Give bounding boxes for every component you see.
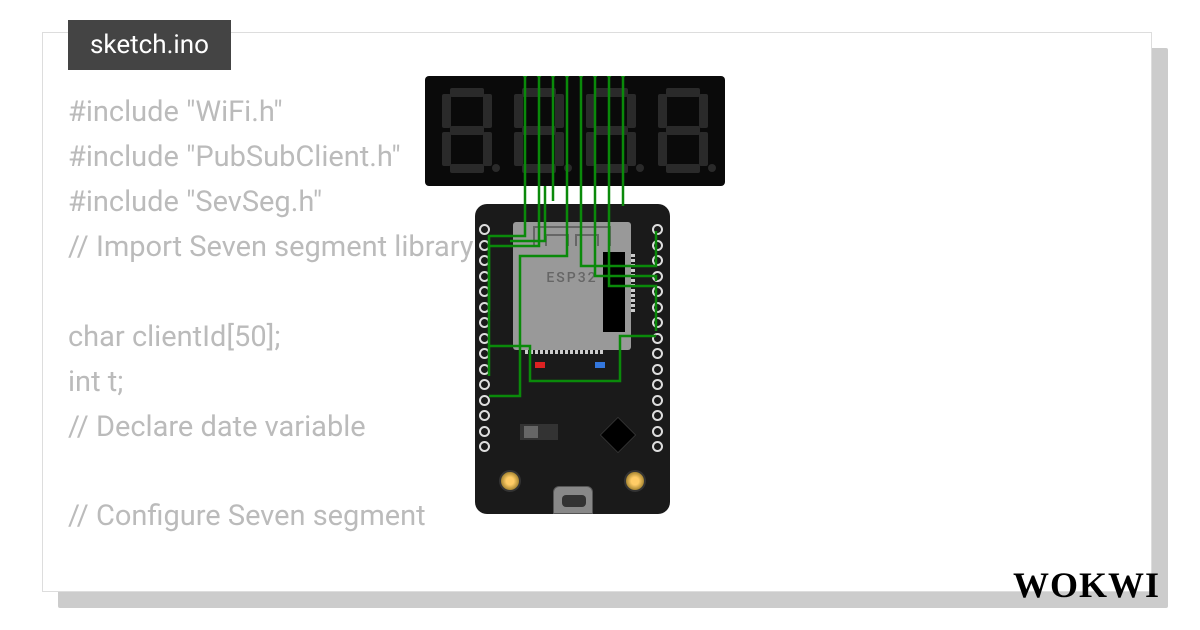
digit-2 [510,86,568,176]
file-tab[interactable]: sketch.ino [68,20,231,70]
code-line: #include "SevSeg.h" [68,185,322,219]
code-line: int t; [68,365,123,399]
file-tab-label: sketch.ino [90,30,209,60]
digit-1 [438,86,496,176]
code-line: // Configure Seven segment [68,499,426,533]
switch [520,424,558,440]
digit-3 [582,86,640,176]
status-led [595,362,605,368]
boot-button[interactable] [499,470,521,492]
enable-button[interactable] [624,470,646,492]
circuit-diagram[interactable]: ESP32 [390,76,750,516]
power-led [535,362,545,368]
code-line: char clientId[50]; [68,320,280,354]
wokwi-logo: WOKWI [1013,564,1160,606]
esp32-board[interactable]: ESP32 [475,204,670,514]
code-line: #include "PubSubClient.h" [68,140,401,174]
pin-row-left [479,224,493,452]
digit-4 [654,86,712,176]
logo-text: WOKWI [1013,565,1160,605]
pin-row-right [652,224,666,452]
seven-segment-display[interactable] [425,76,725,186]
code-line: #include "WiFi.h" [68,95,283,129]
esp32-shield: ESP32 [513,222,631,350]
usb-chip [600,417,637,454]
usb-port [553,486,593,514]
code-line: // Declare date variable [68,410,366,444]
